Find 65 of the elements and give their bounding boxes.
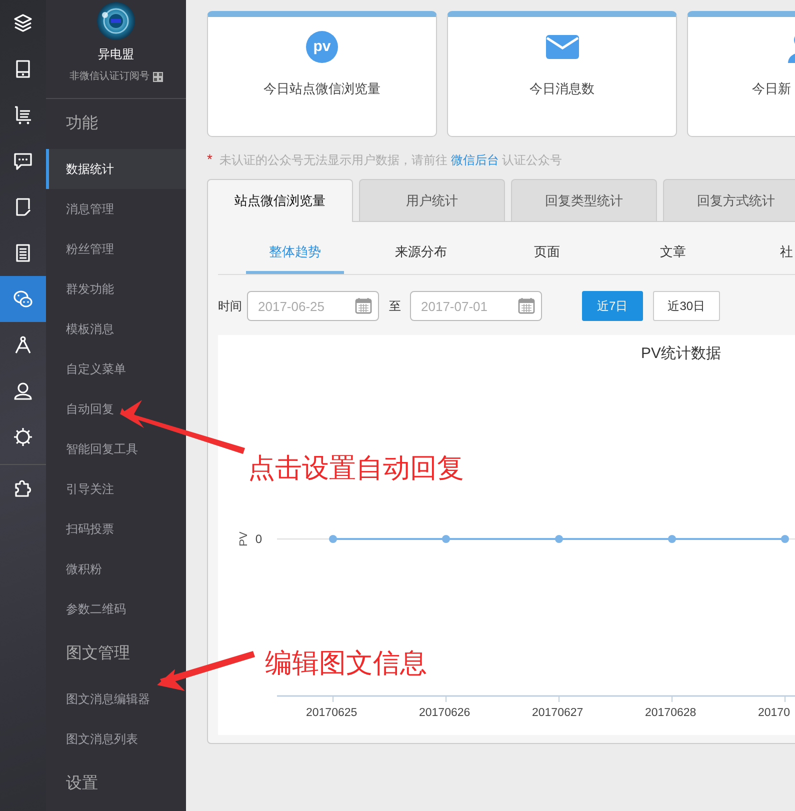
- x-tick-label: 20170626: [419, 707, 470, 719]
- sidebar-item[interactable]: 模板消息: [46, 309, 186, 349]
- puzzle-icon: [13, 478, 33, 498]
- tab[interactable]: 回复方式统计: [663, 179, 795, 221]
- sidebar-item[interactable]: 消息管理: [46, 189, 186, 229]
- subtab[interactable]: 页面: [498, 238, 596, 274]
- sidebar-item[interactable]: 数据统计: [46, 149, 186, 189]
- y-axis-label: PV: [238, 532, 250, 546]
- account-name: 异电盟: [98, 46, 134, 63]
- sidebar-item[interactable]: 参数二维码: [46, 589, 186, 629]
- note-icon: [13, 197, 33, 217]
- stat-label: 今日消息数: [530, 80, 594, 98]
- y-tick-label: 0: [255, 532, 262, 546]
- range-separator: 至: [389, 298, 401, 315]
- pv-badge: pv: [306, 31, 338, 63]
- subtab[interactable]: 社: [750, 238, 795, 274]
- stat-label: 今日新: [752, 80, 791, 98]
- cart-icon: [13, 105, 33, 125]
- subtab[interactable]: 来源分布: [372, 238, 470, 274]
- compass-icon: [13, 335, 33, 355]
- stat-label: 今日站点微信浏览量: [264, 80, 380, 98]
- time-label: 时间: [218, 298, 242, 315]
- tab[interactable]: 站点微信浏览量: [207, 179, 353, 222]
- annotation-text: 编辑图文信息: [265, 650, 427, 677]
- tablet-icon: [13, 59, 33, 79]
- sidebar-item[interactable]: 粉丝管理: [46, 229, 186, 269]
- sidebar-item[interactable]: 群发功能: [46, 269, 186, 309]
- x-tick-label: 20170627: [532, 707, 584, 719]
- chart-title: PV统计数据: [641, 345, 721, 362]
- sidebar-item[interactable]: 自定义菜单: [46, 349, 186, 389]
- sidebar-item[interactable]: 引导关注: [46, 469, 186, 509]
- user-icon: [13, 381, 33, 401]
- document-icon: [13, 243, 33, 263]
- qr-code-icon[interactable]: [152, 72, 162, 82]
- calendar-icon[interactable]: [355, 297, 372, 314]
- subtab[interactable]: 整体趋势: [246, 238, 344, 274]
- notice-text: 未认证的公众号无法显示用户数据，请前往 微信后台 认证公众号: [219, 152, 562, 168]
- sidebar-item[interactable]: 图文消息列表: [46, 719, 186, 759]
- sidebar-item[interactable]: 自动回复: [46, 389, 186, 429]
- tab[interactable]: 回复类型统计: [511, 179, 657, 221]
- x-tick-label: 20170628: [645, 707, 696, 719]
- x-tick-label: 20170: [758, 707, 790, 719]
- x-tick-label: 20170625: [306, 707, 358, 719]
- sidebar-item[interactable]: 微积粉: [46, 549, 186, 589]
- range-button[interactable]: 近30日: [652, 291, 720, 321]
- range-button[interactable]: 近7日: [582, 291, 643, 321]
- layers-icon: [13, 13, 33, 33]
- annotation-text: 点击设置自动回复: [248, 455, 464, 482]
- subtab[interactable]: 文章: [624, 238, 722, 274]
- sidebar-item[interactable]: 扫码投票: [46, 509, 186, 549]
- account-type: 非微信认证订阅号: [70, 70, 150, 84]
- section-title: 设置: [65, 774, 99, 794]
- gear-icon: [13, 427, 33, 447]
- backend-link[interactable]: 微信后台: [450, 152, 499, 166]
- chat-icon: [13, 151, 33, 171]
- sidebar-item[interactable]: 图文消息编辑器: [46, 679, 186, 719]
- section-title: 功能: [65, 114, 99, 134]
- calendar-icon[interactable]: [518, 297, 535, 314]
- section-title: 图文管理: [65, 644, 131, 664]
- wechat-icon: [13, 289, 33, 309]
- tab[interactable]: 用户统计: [359, 179, 505, 221]
- sidebar-item[interactable]: 智能回复工具: [46, 429, 186, 469]
- wechat-button[interactable]: [0, 276, 46, 322]
- mail-icon: [546, 35, 578, 59]
- required-mark: *: [207, 150, 212, 169]
